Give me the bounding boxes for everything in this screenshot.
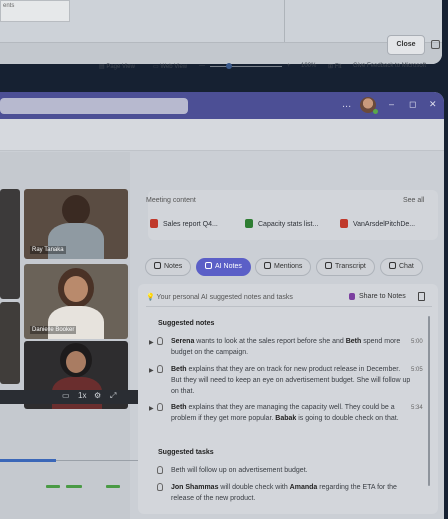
page-view-button[interactable]: ▤ Page View bbox=[99, 63, 135, 70]
minimize-button[interactable]: – bbox=[389, 99, 394, 109]
word-window: ents bbox=[0, 0, 442, 64]
highlight-marker bbox=[106, 485, 120, 488]
meeting-content-title: Meeting content bbox=[146, 197, 196, 204]
video-tile-danielle[interactable]: Danielle Booker bbox=[24, 264, 128, 339]
expand-icon[interactable]: ▶ bbox=[149, 367, 154, 374]
presence-status-icon bbox=[373, 109, 378, 114]
zoom-slider[interactable] bbox=[210, 66, 282, 67]
word-statusbar bbox=[0, 42, 442, 64]
divider bbox=[146, 306, 432, 307]
title-bar: ... – ◻ ✕ bbox=[0, 92, 444, 119]
note-item: Beth explains that they are on track for… bbox=[171, 366, 411, 395]
feedback-link[interactable]: Give Feedback to Microsoft bbox=[353, 63, 426, 69]
tab-notes[interactable]: Notes bbox=[145, 258, 192, 276]
file-pitch-deck[interactable]: VanArsdelPitchDe... bbox=[340, 219, 415, 228]
scrollbar[interactable] bbox=[428, 316, 430, 486]
progress-track bbox=[56, 460, 138, 461]
restore-button[interactable]: ◻ bbox=[409, 99, 416, 110]
fullscreen-icon[interactable]: ⤢ bbox=[110, 391, 116, 401]
note-timestamp[interactable]: 5:34 bbox=[411, 405, 423, 411]
document-thumbnail: ents bbox=[0, 0, 70, 22]
note-timestamp[interactable]: 5:05 bbox=[411, 367, 423, 373]
doc-fragment: ents bbox=[3, 3, 15, 9]
copy-icon[interactable] bbox=[418, 292, 425, 301]
suggested-tasks-heading: Suggested tasks bbox=[158, 449, 214, 456]
tab-mentions[interactable]: Mentions bbox=[255, 258, 312, 276]
note-item: Beth explains that they are managing the… bbox=[171, 404, 399, 422]
tab-ai-notes[interactable]: AI Notes bbox=[196, 258, 251, 276]
task-item: Beth will follow up on advertisement bud… bbox=[171, 467, 308, 474]
participant-name: Danielle Booker bbox=[30, 326, 77, 334]
ai-info-text: 💡 Your personal AI suggested notes and t… bbox=[146, 294, 293, 301]
lightbulb-icon bbox=[157, 466, 163, 474]
highlight-marker bbox=[66, 485, 82, 488]
more-options-icon[interactable]: ... bbox=[342, 98, 351, 110]
playback-speed[interactable]: 1x bbox=[78, 391, 86, 400]
close-button[interactable]: Close bbox=[387, 35, 425, 55]
see-all-link[interactable]: See all bbox=[403, 197, 424, 204]
expand-icon[interactable]: ▶ bbox=[149, 339, 154, 346]
zoom-slider-knob[interactable] bbox=[226, 63, 232, 69]
file-sales-report[interactable]: Sales report Q4... bbox=[150, 219, 218, 228]
lightbulb-icon bbox=[157, 403, 163, 411]
suggested-notes-heading: Suggested notes bbox=[158, 320, 215, 327]
ai-notes-card bbox=[138, 284, 438, 514]
tab-chat[interactable]: Chat bbox=[380, 258, 423, 276]
close-window-button[interactable]: ✕ bbox=[429, 99, 437, 110]
share-to-notes-button[interactable]: Share to Notes bbox=[349, 293, 406, 300]
meeting-header bbox=[0, 119, 444, 151]
divider bbox=[284, 0, 285, 42]
video-tile[interactable] bbox=[0, 189, 20, 299]
lightbulb-icon bbox=[157, 365, 163, 373]
file-capacity-stats[interactable]: Capacity stats list... bbox=[245, 219, 318, 228]
lightbulb-icon bbox=[157, 337, 163, 345]
progress-bar[interactable] bbox=[0, 459, 56, 462]
web-view-button[interactable]: ▭ Web View bbox=[153, 63, 187, 70]
captions-icon[interactable]: ▭ bbox=[62, 391, 70, 400]
fit-button[interactable]: ⊞ Fit bbox=[328, 63, 341, 70]
highlight-marker bbox=[46, 485, 60, 488]
popout-icon[interactable] bbox=[431, 40, 440, 49]
note-timestamp[interactable]: 5:00 bbox=[411, 339, 423, 345]
tab-transcript[interactable]: Transcript bbox=[316, 258, 375, 276]
settings-icon[interactable]: ⚙ bbox=[94, 391, 101, 400]
task-item: Jon Shammas will double check with Amand… bbox=[171, 484, 397, 502]
video-tile[interactable] bbox=[0, 302, 20, 384]
zoom-in-button[interactable]: + bbox=[287, 63, 291, 69]
zoom-level[interactable]: 100% bbox=[301, 63, 316, 69]
participant-name: Ray Tanaka bbox=[30, 246, 66, 254]
note-item: Serena wants to look at the sales report… bbox=[171, 338, 401, 356]
zoom-out-button[interactable]: — bbox=[199, 63, 205, 69]
expand-icon[interactable]: ▶ bbox=[149, 405, 154, 412]
video-tile-ray[interactable]: Ray Tanaka bbox=[24, 189, 128, 259]
search-input[interactable] bbox=[0, 98, 188, 114]
lightbulb-icon bbox=[157, 483, 163, 491]
